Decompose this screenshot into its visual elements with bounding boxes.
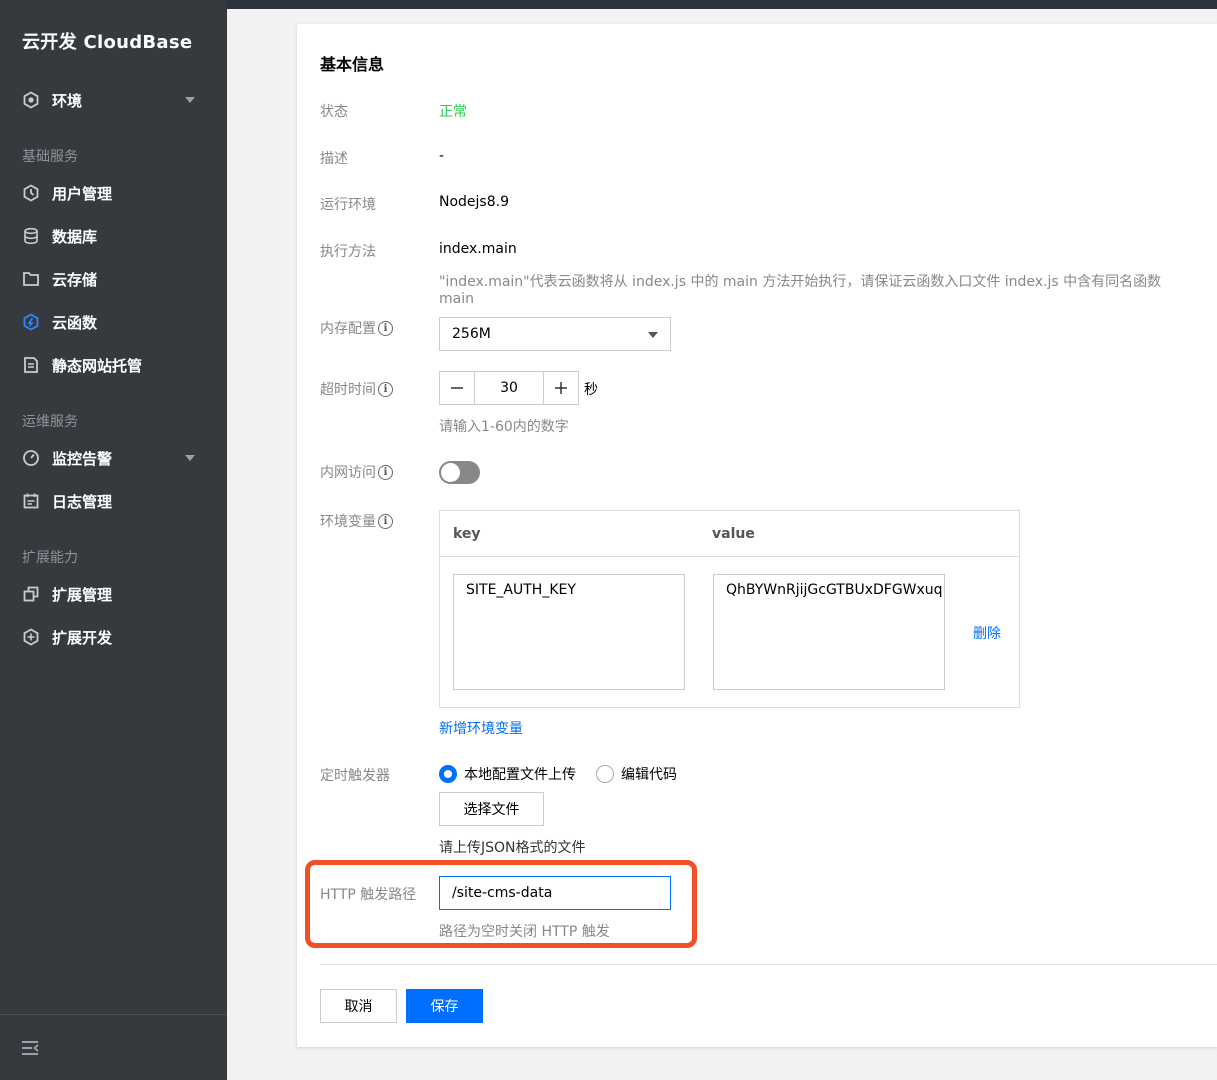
memory-select-value: 256M (452, 326, 491, 342)
decrement-button[interactable] (439, 371, 475, 405)
radio-label: 本地配置文件上传 (464, 767, 576, 783)
sidebar-item-label: 用户管理 (52, 184, 113, 203)
sidebar-item-label: 云存储 (52, 270, 98, 289)
sidebar-item-label: 扩展开发 (52, 628, 113, 647)
sidebar-item-user-management[interactable]: 用户管理 (0, 173, 227, 213)
runtime-value: Nodejs8.9 (439, 194, 509, 210)
env-selector[interactable]: 环境 (0, 80, 227, 120)
env-label: 环境 (52, 91, 83, 110)
sidebar-item-label: 静态网站托管 (52, 356, 143, 375)
user-icon (22, 184, 40, 202)
chevron-down-icon (185, 97, 195, 103)
info-icon[interactable]: i (378, 381, 393, 397)
description-value: - (439, 148, 445, 164)
choose-file-button[interactable]: 选择文件 (439, 792, 544, 826)
env-table-header: key value (440, 511, 1019, 557)
database-icon (22, 227, 40, 245)
timeout-unit: 秒 (584, 382, 598, 398)
sidebar-item-logs[interactable]: 日志管理 (0, 481, 227, 521)
env-var-label-text: 环境变量 (320, 514, 376, 530)
memory-label-text: 内存配置 (320, 321, 376, 337)
radio-local-upload[interactable]: 本地配置文件上传 (439, 764, 576, 784)
env-var-label: 环境变量 i (320, 511, 393, 531)
handler-hint: "index.main"代表云函数将从 index.js 中的 main 方法开… (439, 274, 1162, 307)
sidebar-item-label: 日志管理 (52, 492, 113, 511)
value-column-header: value (712, 526, 755, 542)
radio-edit-code[interactable]: 编辑代码 (596, 764, 677, 784)
timer-trigger-label: 定时触发器 (320, 768, 390, 784)
status-value: 正常 (439, 104, 467, 120)
vpc-toggle[interactable] (439, 461, 480, 484)
delete-env-link[interactable]: 删除 (973, 623, 1001, 643)
handler-label: 执行方法 (320, 244, 376, 260)
sidebar-item-label: 监控告警 (52, 449, 113, 468)
radio-checked-icon (439, 765, 457, 783)
sidebar-item-database[interactable]: 数据库 (0, 216, 227, 256)
sidebar-item-monitoring[interactable]: 监控告警 (0, 438, 227, 478)
plus-icon (555, 382, 567, 394)
gauge-icon (22, 449, 40, 467)
info-icon[interactable]: i (378, 513, 393, 529)
hexagon-icon (22, 91, 40, 109)
sidebar-item-label: 扩展管理 (52, 585, 113, 604)
vpc-label: 内网访问 i (320, 462, 393, 482)
sidebar-item-label: 云函数 (52, 313, 98, 332)
handler-value: index.main (439, 241, 517, 257)
status-label: 状态 (320, 104, 348, 120)
memory-select[interactable]: 256M (439, 317, 671, 351)
function-icon (22, 313, 40, 331)
description-label: 描述 (320, 151, 348, 167)
sidebar-item-functions[interactable]: 云函数 (0, 302, 227, 342)
env-key-input[interactable]: SITE_AUTH_KEY (453, 574, 685, 690)
info-icon[interactable]: i (378, 320, 393, 336)
group-ops-services: 运维服务 (22, 414, 78, 430)
section-title: 基本信息 (320, 55, 385, 74)
timeout-hint: 请输入1-60内的数字 (439, 419, 569, 435)
radio-unchecked-icon (596, 765, 614, 783)
cancel-button[interactable]: 取消 (320, 989, 397, 1023)
extension-dev-icon (22, 628, 40, 646)
group-basic-services: 基础服务 (22, 149, 78, 165)
sidebar-divider (0, 1014, 227, 1015)
memory-label: 内存配置 i (320, 318, 393, 338)
timeout-label: 超时时间 i (320, 379, 393, 399)
timeout-input[interactable]: 30 (475, 371, 543, 405)
timeout-stepper: 30 (439, 371, 579, 405)
increment-button[interactable] (543, 371, 579, 405)
folder-icon (22, 270, 40, 288)
chevron-down-icon (648, 332, 658, 338)
add-env-var-link[interactable]: 新增环境变量 (439, 718, 523, 738)
sidebar-item-static-hosting[interactable]: 静态网站托管 (0, 345, 227, 385)
save-button[interactable]: 保存 (406, 989, 483, 1023)
document-icon (22, 356, 40, 374)
extension-icon (22, 585, 40, 603)
sidebar-item-extension-management[interactable]: 扩展管理 (0, 574, 227, 614)
collapse-menu-icon[interactable] (21, 1040, 39, 1056)
minus-icon (451, 387, 463, 389)
toggle-knob (441, 463, 460, 482)
footer-divider (320, 964, 1217, 965)
sidebar-item-extension-development[interactable]: 扩展开发 (0, 617, 227, 657)
log-icon (22, 492, 40, 510)
timeout-label-text: 超时时间 (320, 382, 376, 398)
sidebar-item-label: 数据库 (52, 227, 98, 246)
key-column-header: key (453, 526, 481, 542)
env-value-input[interactable]: QhBYWnRjijGcGTBUxDFGWxuq (713, 574, 945, 690)
chevron-down-icon (185, 455, 195, 461)
runtime-label: 运行环境 (320, 197, 376, 213)
radio-label: 编辑代码 (621, 767, 677, 783)
info-icon[interactable]: i (378, 464, 393, 480)
sidebar: 云开发 CloudBase 环境 基础服务 用户管理 数据库 云存储 云函数 静… (0, 0, 227, 1080)
upload-hint: 请上传JSON格式的文件 (439, 840, 586, 856)
vpc-label-text: 内网访问 (320, 465, 376, 481)
sidebar-item-storage[interactable]: 云存储 (0, 259, 227, 299)
highlight-annotation (305, 860, 697, 948)
brand-title: 云开发 CloudBase (22, 32, 193, 53)
env-var-table: key value SITE_AUTH_KEY QhBYWnRjijGcGTBU… (439, 510, 1020, 708)
group-extensions: 扩展能力 (22, 550, 78, 566)
